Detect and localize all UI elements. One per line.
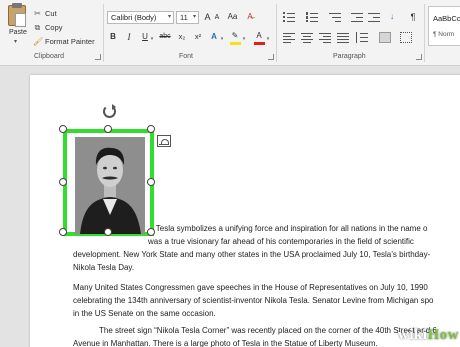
resize-handle-w[interactable] bbox=[59, 178, 67, 186]
style-preview-sample: AaBbCc bbox=[433, 14, 460, 23]
highlight-color-swatch bbox=[230, 42, 241, 45]
font-color-button[interactable]: A bbox=[254, 30, 264, 42]
paragraph-line: The street sign “Nikola Tesla Corner” wa… bbox=[99, 326, 437, 335]
shrink-font-button[interactable]: A bbox=[213, 12, 221, 24]
resize-handle-s[interactable] bbox=[104, 228, 112, 236]
copy-icon: ⧉ bbox=[34, 22, 41, 32]
copy-button[interactable]: ⧉ Copy bbox=[33, 22, 63, 33]
font-name-value: Calibri (Body) bbox=[111, 13, 157, 22]
resize-handle-ne[interactable] bbox=[147, 125, 155, 133]
group-divider bbox=[424, 4, 425, 62]
bullets-icon[interactable] bbox=[283, 12, 295, 22]
decrease-indent-icon[interactable] bbox=[351, 12, 363, 22]
change-case-button[interactable]: Aa bbox=[225, 11, 240, 23]
sort-icon[interactable]: ↓ bbox=[387, 11, 397, 23]
paragraph-line: development. New York State and many oth… bbox=[73, 250, 431, 259]
paragraph-launcher-icon[interactable] bbox=[416, 54, 422, 60]
subscript-button[interactable]: x₂ bbox=[176, 31, 188, 43]
portrait-photo[interactable] bbox=[75, 137, 145, 234]
font-launcher-icon[interactable] bbox=[268, 54, 274, 60]
resize-handle-e[interactable] bbox=[147, 178, 155, 186]
group-divider bbox=[103, 4, 104, 62]
font-size-value: 11 bbox=[180, 13, 188, 22]
format-painter-label: Format Painter bbox=[45, 37, 95, 46]
bold-button[interactable]: B bbox=[108, 31, 118, 43]
chevron-down-icon: ▾ bbox=[167, 14, 171, 20]
portrait-illustration bbox=[75, 137, 145, 234]
paragraph-line: Many United States Congressmen gave spee… bbox=[73, 283, 428, 292]
highlighter-icon[interactable]: ✎ bbox=[230, 30, 240, 42]
font-group-label: Font bbox=[179, 53, 194, 60]
cut-button[interactable]: ✂ Cut bbox=[33, 8, 57, 19]
paste-button[interactable]: Paste ▾ bbox=[6, 3, 28, 45]
clipboard-group-label: Clipboard bbox=[34, 53, 64, 60]
style-preview-name: ¶ Norm bbox=[433, 31, 455, 38]
align-right-icon[interactable] bbox=[319, 32, 331, 43]
paste-label: Paste bbox=[9, 29, 27, 36]
resize-handle-sw[interactable] bbox=[59, 228, 67, 236]
resize-handle-se[interactable] bbox=[147, 228, 155, 236]
increase-indent-icon[interactable] bbox=[368, 12, 380, 22]
selected-picture[interactable] bbox=[63, 129, 154, 236]
chevron-down-icon[interactable]: ▾ bbox=[149, 33, 155, 45]
superscript-button[interactable]: x² bbox=[192, 31, 204, 43]
style-normal[interactable]: AaBbCc ¶ Norm bbox=[428, 6, 460, 46]
font-name-select[interactable]: Calibri (Body) ▾ bbox=[107, 11, 174, 24]
paragraph-group-label: Paragraph bbox=[333, 53, 366, 60]
chevron-down-icon: ▾ bbox=[192, 14, 196, 20]
align-center-icon[interactable] bbox=[301, 32, 313, 43]
line-spacing-icon[interactable] bbox=[356, 32, 368, 43]
paragraph-line: Nikola Tesla Day. bbox=[73, 263, 135, 272]
chevron-down-icon[interactable]: ▾ bbox=[219, 33, 225, 45]
resize-handle-n[interactable] bbox=[104, 125, 112, 133]
grow-font-button[interactable]: A bbox=[203, 11, 212, 23]
paragraph-line: ola Tesla symbolizes a unifying force an… bbox=[143, 224, 428, 233]
wikihow-watermark: wikiHow bbox=[398, 327, 460, 343]
chevron-down-icon[interactable]: ▾ bbox=[241, 33, 247, 45]
rotate-handle-icon[interactable] bbox=[103, 104, 116, 118]
layout-options-icon[interactable] bbox=[157, 135, 171, 147]
copy-label: Copy bbox=[45, 23, 63, 32]
numbering-icon[interactable] bbox=[306, 12, 318, 22]
resize-handle-nw[interactable] bbox=[59, 125, 67, 133]
paragraph-line: was a true visionary far ahead of his co… bbox=[148, 237, 414, 246]
clipboard-launcher-icon[interactable] bbox=[95, 54, 101, 60]
paragraph-line: celebrating the 134th anniversary of sci… bbox=[73, 296, 434, 305]
shading-icon[interactable] bbox=[379, 32, 391, 43]
clear-formatting-icon[interactable]: A̶ bbox=[244, 11, 256, 23]
align-left-icon[interactable] bbox=[283, 32, 295, 43]
text-effects-button[interactable]: A bbox=[209, 31, 219, 43]
paragraph-line: in the US Senate on the same occasion. bbox=[73, 309, 216, 318]
multilevel-list-icon[interactable] bbox=[329, 12, 341, 22]
strikethrough-button[interactable]: abc bbox=[158, 31, 172, 43]
borders-icon[interactable] bbox=[400, 32, 412, 43]
chevron-down-icon[interactable]: ▾ bbox=[265, 33, 271, 45]
format-painter-button[interactable]: 🖌 Format Painter bbox=[33, 36, 95, 47]
italic-button[interactable]: I bbox=[124, 31, 134, 43]
paintbrush-icon: 🖌 bbox=[33, 37, 44, 46]
paragraph-line: Avenue in Manhattan. There is a large ph… bbox=[73, 339, 378, 347]
font-color-swatch bbox=[254, 42, 265, 45]
chevron-down-icon: ▾ bbox=[14, 39, 18, 45]
group-divider bbox=[276, 4, 277, 62]
font-size-select[interactable]: 11 ▾ bbox=[176, 11, 199, 24]
cut-label: Cut bbox=[45, 9, 57, 18]
show-formatting-button[interactable]: ¶ bbox=[408, 11, 418, 23]
scissors-icon: ✂ bbox=[34, 9, 41, 18]
ribbon: Paste ▾ ✂ Cut ⧉ Copy 🖌 Format Painter Cl… bbox=[0, 0, 460, 66]
justify-icon[interactable] bbox=[337, 32, 349, 43]
